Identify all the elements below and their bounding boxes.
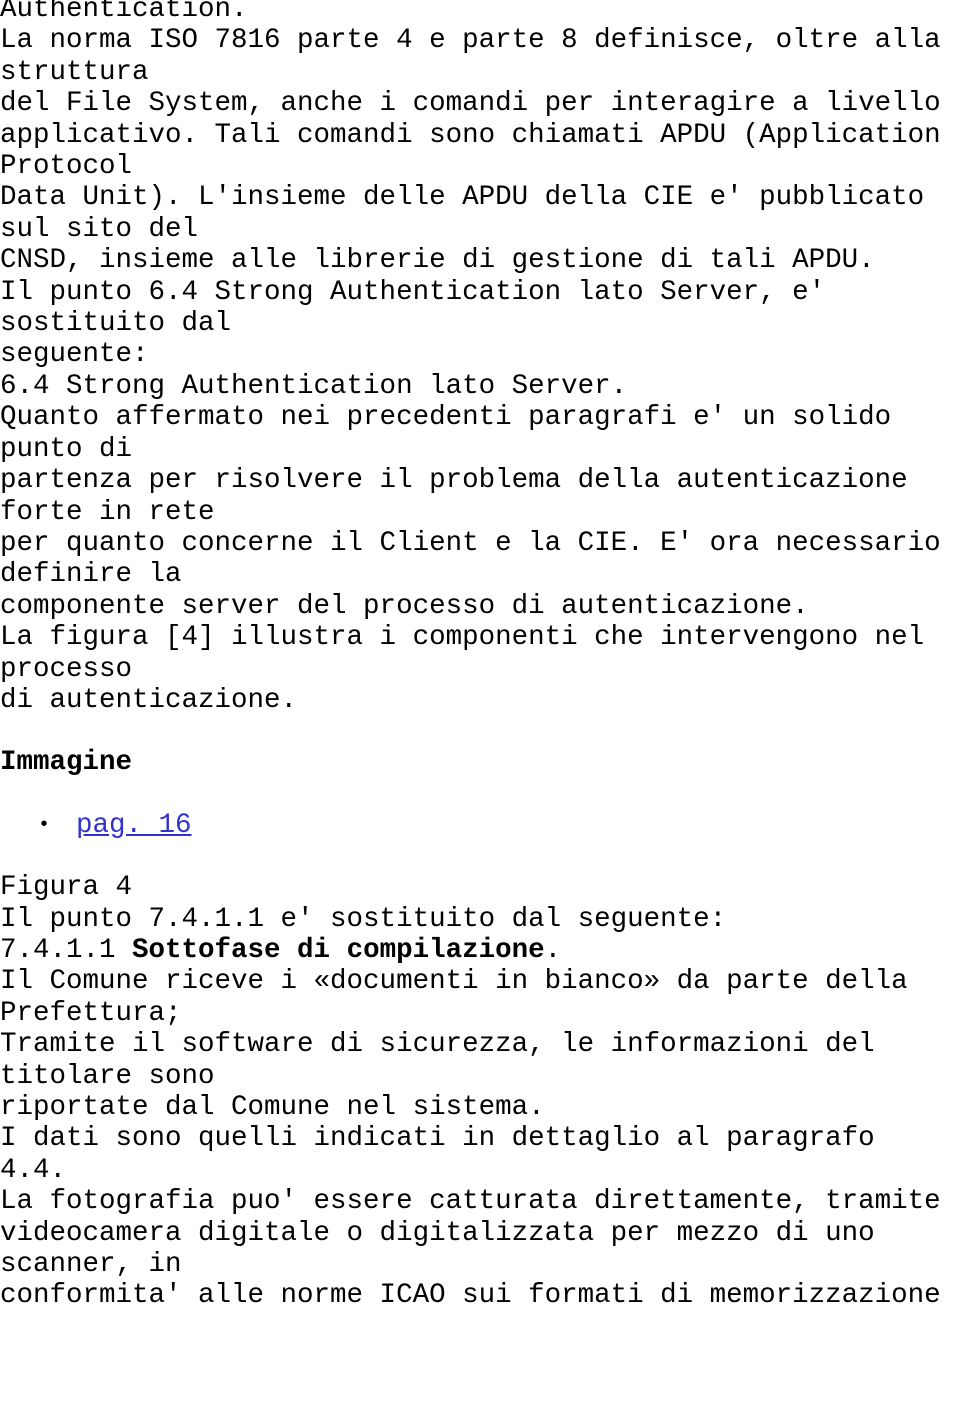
paragraph-punto-reference: Il punto 7.4.1.1 e' sostituito dal segue… (0, 903, 727, 935)
paragraph-intro: Authentication. La norma ISO 7816 parte … (0, 0, 941, 716)
page-reference-list: • pag. 16 (0, 810, 960, 841)
heading-immagine: Immagine (0, 747, 133, 779)
heading-number-prefix: 7.4.1.1 (0, 934, 133, 966)
document-body: Authentication. La norma ISO 7816 parte … (0, 0, 960, 1312)
document-page: Authentication. La norma ISO 7816 parte … (0, 0, 960, 1402)
paragraph-compilazione-body: Il Comune riceve i «documenti in bianco»… (0, 966, 941, 1312)
page-link-pag-16[interactable]: pag. 16 (76, 810, 192, 841)
list-item: • pag. 16 (0, 810, 960, 841)
bullet-icon: • (38, 813, 51, 837)
paragraph-figura-caption: Figura 4 (0, 872, 133, 904)
heading-period-suffix: . (544, 934, 562, 966)
heading-sottofase: 7.4.1.1 Sottofase di compilazione. (0, 935, 960, 966)
heading-title-bold: Sottofase di compilazione (132, 934, 545, 966)
